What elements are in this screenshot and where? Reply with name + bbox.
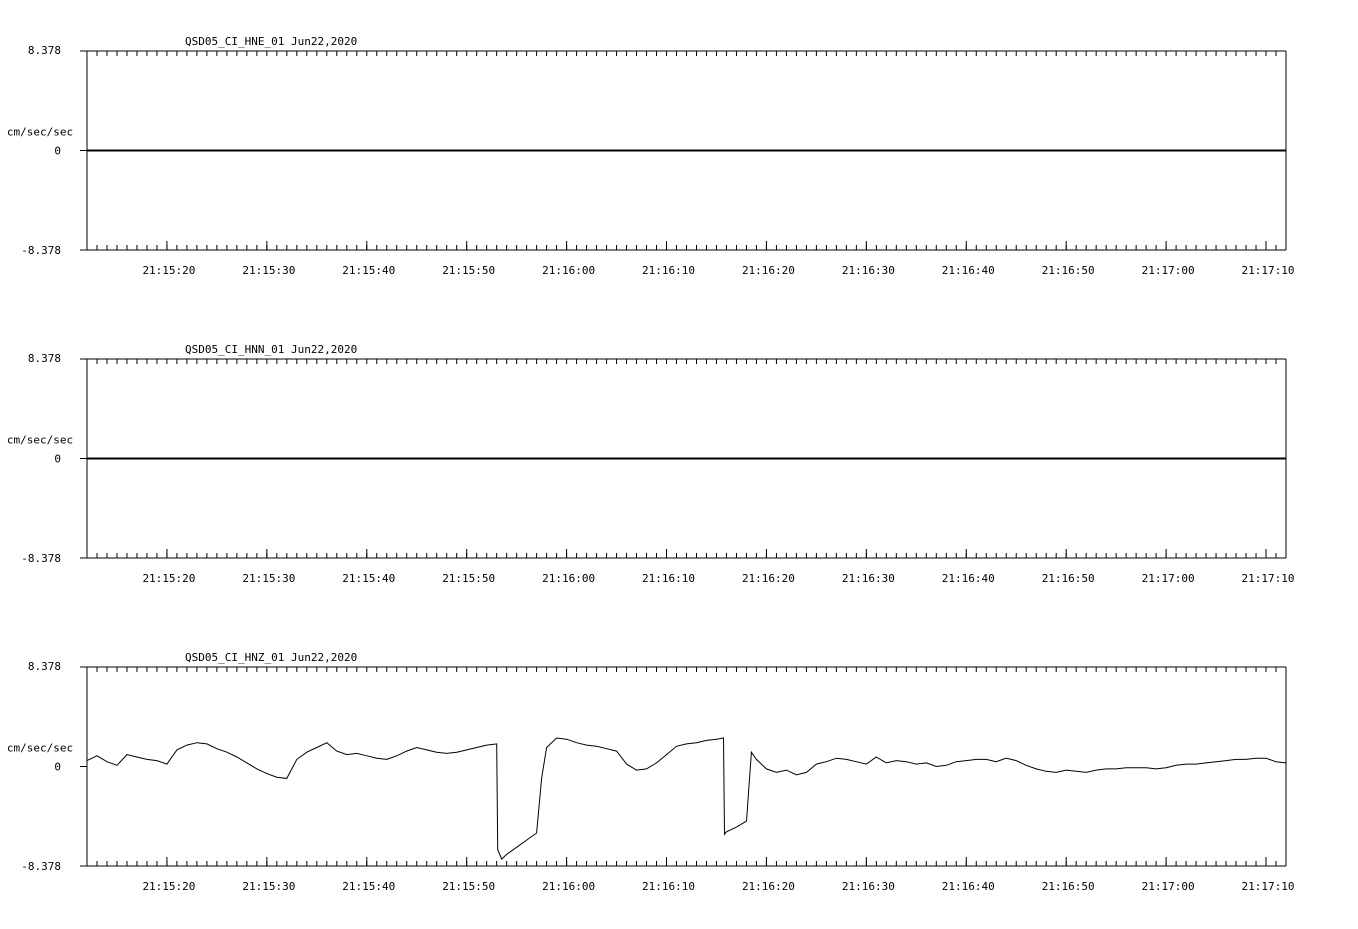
y-tick-label-zero: 0 [54,761,61,774]
x-tick-label: 21:15:30 [242,264,295,277]
x-tick-label: 21:17:10 [1242,880,1295,893]
x-tick-label: 21:17:10 [1242,572,1295,585]
x-tick-label: 21:16:10 [642,880,695,893]
x-tick-label: 21:17:00 [1142,264,1195,277]
x-tick-label: 21:17:00 [1142,572,1195,585]
x-tick-label: 21:15:20 [142,880,195,893]
x-tick-label: 21:15:40 [342,264,395,277]
y-axis-label: cm/sec/sec [7,742,73,755]
seismogram-svg: 21:15:20 21:15:30 21:15:40 21:15:50 21:16:00… [7,35,1295,893]
x-tick-label: 21:15:30 [242,880,295,893]
x-tick-label: 21:15:30 [242,572,295,585]
x-tick-label: 21:16:20 [742,572,795,585]
seismogram-figure: 21:15:20 21:15:30 21:15:40 21:15:50 21:16:00… [0,0,1358,924]
x-tick-label: 21:16:30 [842,880,895,893]
x-tick-label: 21:16:00 [542,264,595,277]
x-tick-label: 21:17:00 [1142,880,1195,893]
x-tick-label: 21:16:30 [842,572,895,585]
y-tick-label-min: -8.378 [21,860,61,873]
chart-title: QSD05_CI_HNN_01 Jun22,2020 [185,343,357,356]
x-tick-label: 21:16:40 [942,880,995,893]
x-tick-label: 21:16:00 [542,880,595,893]
x-tick-label: 21:15:20 [142,264,195,277]
series-line [86,737,1287,860]
x-tick-label: 21:15:50 [442,572,495,585]
y-axis-label: cm/sec/sec [7,434,73,447]
x-tick-label: 21:16:20 [742,880,795,893]
chart-title: QSD05_CI_HNE_01 Jun22,2020 [185,35,357,48]
y-tick-label-max: 8.378 [28,352,61,365]
x-tick-label: 21:15:40 [342,880,395,893]
y-axis-label: cm/sec/sec [7,126,73,139]
y-tick-label-zero: 0 [54,453,61,466]
x-tick-label: 21:16:50 [1042,880,1095,893]
x-tick-label: 21:17:10 [1242,264,1295,277]
x-tick-label: 21:16:40 [942,572,995,585]
x-tick-label: 21:15:40 [342,572,395,585]
x-tick-label: 21:16:40 [942,264,995,277]
y-tick-label-zero: 0 [54,145,61,158]
y-tick-label-max: 8.378 [28,44,61,57]
y-tick-label-max: 8.378 [28,660,61,673]
x-tick-label: 21:16:10 [642,572,695,585]
x-tick-label: 21:16:10 [642,264,695,277]
x-tick-label: 21:16:30 [842,264,895,277]
x-tick-label: 21:16:50 [1042,264,1095,277]
x-tick-label: 21:15:50 [442,264,495,277]
x-tick-label: 21:15:20 [142,572,195,585]
x-tick-label: 21:16:50 [1042,572,1095,585]
x-tick-label: 21:15:50 [442,880,495,893]
x-tick-label: 21:16:20 [742,264,795,277]
y-tick-label-min: -8.378 [21,244,61,257]
y-tick-label-min: -8.378 [21,552,61,565]
x-tick-label: 21:16:00 [542,572,595,585]
chart-title: QSD05_CI_HNZ_01 Jun22,2020 [185,651,357,664]
